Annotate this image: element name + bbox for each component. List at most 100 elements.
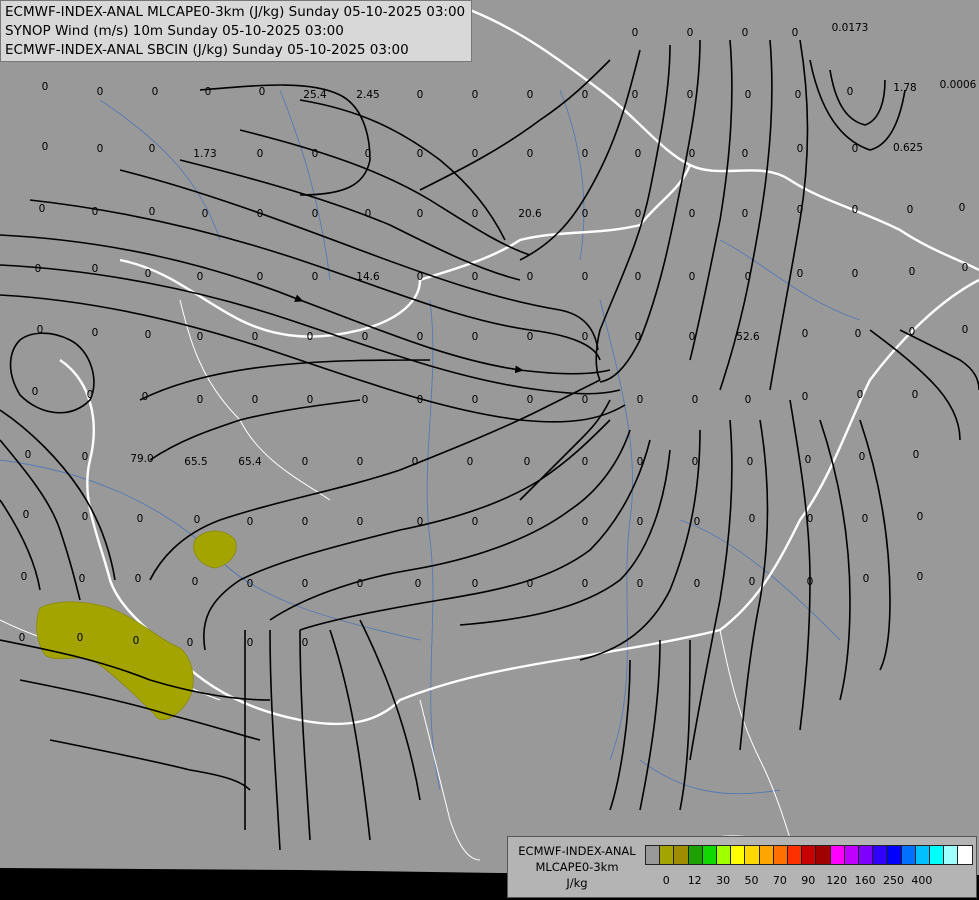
- map-value-label: 0: [795, 89, 802, 101]
- map-value-label: 0: [745, 394, 752, 406]
- map-value-label: 0: [635, 271, 642, 283]
- legend-swatch: [886, 845, 902, 865]
- map-value-label: 0: [913, 449, 920, 461]
- map-value-label: 0: [909, 326, 916, 338]
- map-value-label: 0: [149, 143, 156, 155]
- map-value-label: 0: [742, 208, 749, 220]
- map-value-label: 0: [635, 331, 642, 343]
- legend-swatch: [744, 845, 760, 865]
- legend-swatch: [815, 845, 831, 865]
- map-value-label: 0: [257, 271, 264, 283]
- map-value-label: 0: [312, 148, 319, 160]
- map-value-label: 0: [257, 208, 264, 220]
- map-value-label: 0: [917, 571, 924, 583]
- map-value-label: 2.45: [356, 89, 379, 101]
- map-value-label: 0: [692, 394, 699, 406]
- map-value-label: 0: [357, 456, 364, 468]
- map-value-label: 0: [582, 208, 589, 220]
- map-value-label: 0: [97, 86, 104, 98]
- header-line-sbcin: ECMWF-INDEX-ANAL SBCIN (J/kg) Sunday 05-…: [5, 42, 409, 58]
- legend-swatch: [787, 845, 803, 865]
- map-value-label: 0: [689, 271, 696, 283]
- map-value-label: 0: [802, 328, 809, 340]
- map-value-label: 0: [42, 81, 49, 93]
- map-value-label: 0: [417, 148, 424, 160]
- map-value-label: 0: [357, 516, 364, 528]
- map-value-label: 0: [133, 635, 140, 647]
- map-value-label: 20.6: [518, 208, 542, 220]
- map-value-label: 0: [472, 271, 479, 283]
- legend-tick-label: 400: [911, 874, 933, 887]
- legend-tick-label: 50: [744, 874, 759, 887]
- map-value-label: 0: [909, 266, 916, 278]
- legend-units: J/kg: [566, 876, 588, 890]
- map-value-label: 0: [582, 578, 589, 590]
- map-value-label: 0: [745, 89, 752, 101]
- legend-swatch: [687, 845, 703, 865]
- map-value-label: 0: [635, 148, 642, 160]
- map-value-label: 0: [582, 331, 589, 343]
- map-value-label: 79.0: [130, 453, 153, 465]
- legend-swatch: [900, 845, 916, 865]
- map-value-label: 65.4: [238, 456, 262, 468]
- map-value-label: 0: [582, 271, 589, 283]
- map-value-label: 0: [797, 143, 804, 155]
- map-value-label: 1.73: [193, 148, 216, 160]
- map-value-label: 0: [582, 456, 589, 468]
- map-value-label: 0: [807, 513, 814, 525]
- map-value-label: 0: [467, 456, 474, 468]
- legend-tick-label: 70: [772, 874, 787, 887]
- legend-tick-label: 30: [716, 874, 731, 887]
- map-value-label: 0: [365, 208, 372, 220]
- map-value-label: 0: [145, 268, 152, 280]
- map-value-label: 14.6: [356, 271, 380, 283]
- map-value-label: 0: [687, 27, 694, 39]
- map-value-label: 25.4: [303, 89, 327, 101]
- map-value-label: 0: [307, 394, 314, 406]
- map-value-label: 0.0006: [940, 79, 977, 91]
- legend-swatch: [758, 845, 774, 865]
- map-value-label: 0: [187, 637, 194, 649]
- map-value-label: 0: [527, 578, 534, 590]
- map-value-label: 0: [307, 331, 314, 343]
- map-value-label: 0: [197, 394, 204, 406]
- map-value-label: 0: [142, 391, 149, 403]
- map-value-label: 0: [312, 271, 319, 283]
- map-value-label: 0: [472, 89, 479, 101]
- map-value-label: 0: [527, 331, 534, 343]
- map-value-label: 0: [417, 394, 424, 406]
- map-value-label: 0: [749, 513, 756, 525]
- map-value-label: 0: [637, 516, 644, 528]
- map-value-label: 0: [37, 324, 44, 336]
- legend-tick-label: 0: [662, 874, 670, 887]
- map-value-label: 0: [302, 456, 309, 468]
- map-value-label: 0: [417, 271, 424, 283]
- map-value-label: 0: [302, 637, 309, 649]
- legend-swatch: [829, 845, 845, 865]
- legend-swatch: [943, 845, 959, 865]
- map-value-label: 0: [694, 578, 701, 590]
- map-value-label: 0: [527, 394, 534, 406]
- legend-swatch: [772, 845, 788, 865]
- map-value-label: 0: [472, 208, 479, 220]
- map-value-label: 0: [797, 268, 804, 280]
- map-value-label: 0: [35, 263, 42, 275]
- weather-map: 0 0 0 0 0 0 0 0.0173 0 0 0 0 25.4 2.45 0 0 0 0 0 0 1.78 0.000…: [0, 0, 979, 900]
- map-value-label: 0: [192, 576, 199, 588]
- map-value-label: 0: [87, 389, 94, 401]
- map-value-label: 0: [362, 394, 369, 406]
- color-legend: ECMWF-INDEX-ANAL MLCAPE0-3km J/kg 0 12 30 5…: [507, 836, 977, 898]
- map-value-label: 0: [912, 389, 919, 401]
- map-value-label: 0: [19, 632, 26, 644]
- map-value-label: 0: [582, 394, 589, 406]
- header-line-mlcape: ECMWF-INDEX-ANAL MLCAPE0-3km (J/kg) Sund…: [5, 4, 466, 20]
- map-value-label: 0: [257, 148, 264, 160]
- legend-swatch: [801, 845, 817, 865]
- map-value-label: 0: [197, 271, 204, 283]
- map-value-label: 0: [962, 324, 969, 336]
- map-value-label: 0: [252, 331, 259, 343]
- map-value-label: 0: [417, 89, 424, 101]
- map-value-label: 0: [852, 143, 859, 155]
- map-value-label: 0: [862, 513, 869, 525]
- legend-swatch: [701, 845, 717, 865]
